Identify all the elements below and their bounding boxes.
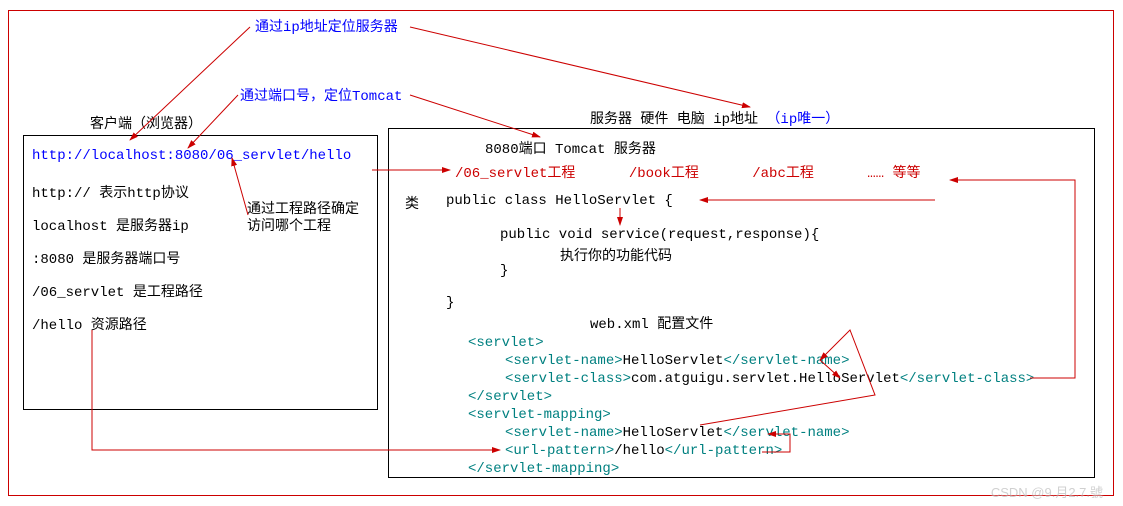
- proj2: /book工程: [629, 166, 699, 182]
- watermark: CSDN @9.月2.7.號: [991, 482, 1103, 501]
- proj-etc: …… 等等: [867, 166, 920, 182]
- xml-servlet-close: </servlet>: [468, 389, 552, 405]
- client-title: 客户端（浏览器）: [90, 113, 202, 133]
- annotation-ip: 通过ip地址定位服务器: [255, 16, 398, 36]
- server-port-line: 8080端口 Tomcat 服务器: [485, 138, 656, 158]
- client-url: http://localhost:8080/06_servlet/hello: [32, 148, 351, 164]
- client-protocol: http:// 表示http协议: [32, 182, 189, 202]
- client-host: localhost 是服务器ip: [32, 215, 189, 235]
- xml-servlet-open: <servlet>: [468, 335, 544, 351]
- client-project: /06_servlet 是工程路径: [32, 281, 203, 301]
- server-title-row: 服务器 硬件 电脑 ip地址 （ip唯一）: [590, 108, 839, 128]
- brace1: }: [500, 263, 508, 279]
- xml-servlet-name1: <servlet-name>HelloServlet</servlet-name…: [505, 353, 849, 369]
- annotation-projpath2: 访问哪个工程: [247, 215, 331, 235]
- server-projects: /06_servlet工程 /book工程 /abc工程 …… 等等: [455, 162, 920, 182]
- xml-url-pattern: <url-pattern>/hello</url-pattern>: [505, 443, 782, 459]
- xml-servlet-class: <servlet-class>com.atguigu.servlet.Hello…: [505, 371, 1034, 387]
- client-port: :8080 是服务器端口号: [32, 248, 180, 268]
- client-box: [23, 135, 378, 410]
- xml-servlet-name2: <servlet-name>HelloServlet</servlet-name…: [505, 425, 849, 441]
- method-decl: public void service(request,response){: [500, 227, 819, 243]
- webxml-title: web.xml 配置文件: [590, 313, 713, 333]
- proj1: /06_servlet工程: [455, 166, 575, 182]
- client-resource: /hello 资源路径: [32, 314, 147, 334]
- xml-mapping-close: </servlet-mapping>: [468, 461, 619, 477]
- class-decl: public class HelloServlet {: [446, 193, 673, 209]
- brace2: }: [446, 295, 454, 311]
- annotation-port: 通过端口号，定位Tomcat: [240, 85, 402, 105]
- server-title: 服务器 硬件 电脑 ip地址: [590, 112, 758, 128]
- proj3: /abc工程: [752, 166, 814, 182]
- xml-mapping-open: <servlet-mapping>: [468, 407, 611, 423]
- class-label: 类: [405, 193, 419, 213]
- server-ip-unique: （ip唯一）: [766, 112, 839, 128]
- method-body: 执行你的功能代码: [560, 245, 672, 265]
